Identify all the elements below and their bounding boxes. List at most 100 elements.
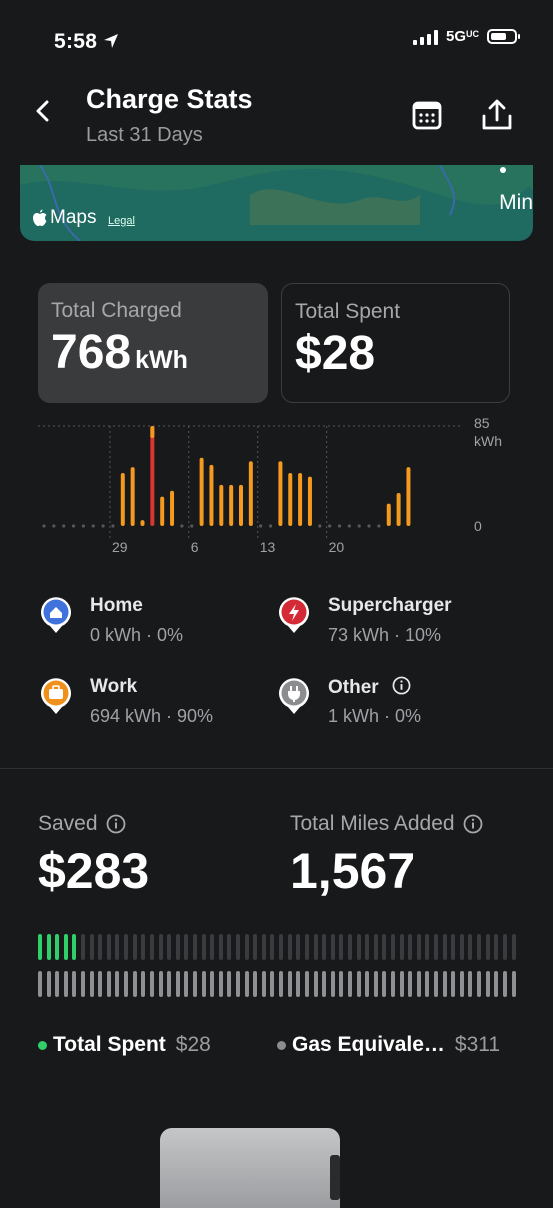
calendar-icon[interactable] [410,98,444,132]
miles-added-label: Total Miles Added [290,812,483,836]
total-charged-card[interactable]: Total Charged 768 kWh [38,283,268,403]
comparison-segment [373,934,378,960]
supercharger-pin-icon [279,597,309,633]
back-chevron-icon[interactable] [34,100,52,122]
comparison-segment [416,934,421,960]
other-info-icon[interactable] [392,676,411,695]
battery-icon [487,29,520,44]
comparison-segment [442,934,447,960]
comparison-segment [356,971,361,997]
chart-x-tick-label: 20 [329,539,345,555]
chart-x-tick-label: 13 [260,539,276,555]
legend-home: Home 0 kWh · 0% [40,595,260,656]
legend-home-name: Home [90,595,143,616]
comparison-segment [382,934,387,960]
comparison-segment [244,971,249,997]
comparison-segment [63,934,68,960]
legend-home-value: 0 kWh · 0% [90,625,184,645]
footer-gas-label: Gas Equivale… [292,1033,445,1056]
comparison-segment [296,971,301,997]
comparison-segment [468,934,473,960]
chart-y-max-label: 85 [474,415,490,431]
comparison-segment [218,934,223,960]
saved-value: $283 [38,843,150,899]
chart-empty-day-dot [328,524,332,528]
total-charged-value: 768 kWh [51,326,188,379]
chart-bar [229,484,234,526]
legend-other: Other 1 kWh · 0% [278,676,498,737]
comparison-segment [347,971,352,997]
vehicle-image-edge [330,1155,340,1200]
page-subtitle: Last 31 Days [86,124,203,146]
comparison-segment [459,934,464,960]
comparison-segment [132,934,137,960]
chart-empty-day-dot [318,524,322,528]
comparison-segment [55,934,60,960]
comparison-segment [98,971,103,997]
miles-info-icon[interactable] [463,814,483,834]
comparison-segment [485,971,490,997]
chart-bar [248,461,253,526]
footer-gas-value: $311 [454,1033,501,1056]
comparison-segment [270,971,275,997]
comparison-segment [210,934,215,960]
share-icon[interactable] [480,98,514,132]
chart-empty-day-dot [357,524,361,528]
chart-bar [307,476,312,526]
legend-work-value: 694 kWh · 90% [90,706,214,726]
map-preview[interactable]: Maps Legal Min [20,165,533,241]
comparison-segment [390,971,395,997]
comparison-segment [425,971,430,997]
comparison-segment [399,971,404,997]
chart-empty-day-dot [347,524,351,528]
comparison-segment [322,971,327,997]
chart-empty-day-dot [101,524,105,528]
chart-bar [160,496,165,526]
comparison-segment [55,971,60,997]
legend-work-name: Work [90,676,138,697]
saved-info-icon[interactable] [106,814,126,834]
comparison-segment [149,971,154,997]
comparison-segment [322,934,327,960]
total-spent-label: Total Spent [295,300,401,323]
chart-bar [120,473,125,526]
comparison-segment [304,934,309,960]
comparison-segment [89,971,94,997]
comparison-segment [313,971,318,997]
comparison-segment [253,971,258,997]
comparison-segment [485,934,490,960]
total-spent-card[interactable]: Total Spent $28 [281,283,510,403]
chart-empty-day-dot [81,524,85,528]
charge-bar-chart[interactable]: 29 6 13 20 85 kWh 0 [38,414,516,564]
legend-supercharger: Supercharger 73 kWh · 10% [278,595,498,656]
comparison-segment [149,934,154,960]
comparison-segment [347,934,352,960]
chart-bar [199,457,204,526]
map-city-label: Min [499,191,533,214]
chart-bar-supercharger [150,426,155,526]
chart-bar-cap [150,426,155,438]
comparison-segment [115,971,120,997]
comparison-segment [399,934,404,960]
comparison-segment [184,971,189,997]
comparison-segment [442,971,447,997]
comparison-segment [201,971,206,997]
comparison-segment [459,971,464,997]
location-arrow-icon [104,34,119,48]
page-title: Charge Stats [86,84,253,114]
comparison-segment [408,971,413,997]
comparison-segment [115,934,120,960]
chart-empty-day-dot [180,524,184,528]
comparison-segment [227,971,232,997]
gas-dot [277,1040,286,1050]
signal-icon [412,29,438,45]
comparison-segment [227,934,232,960]
comparison-segment [106,934,111,960]
comparison-segment [339,971,344,997]
comparison-segment [236,971,241,997]
comparison-segment [425,934,430,960]
comparison-segment [218,971,223,997]
comparison-segment [451,934,456,960]
comparison-segment [365,934,370,960]
map-legal-link[interactable]: Legal [108,215,135,227]
